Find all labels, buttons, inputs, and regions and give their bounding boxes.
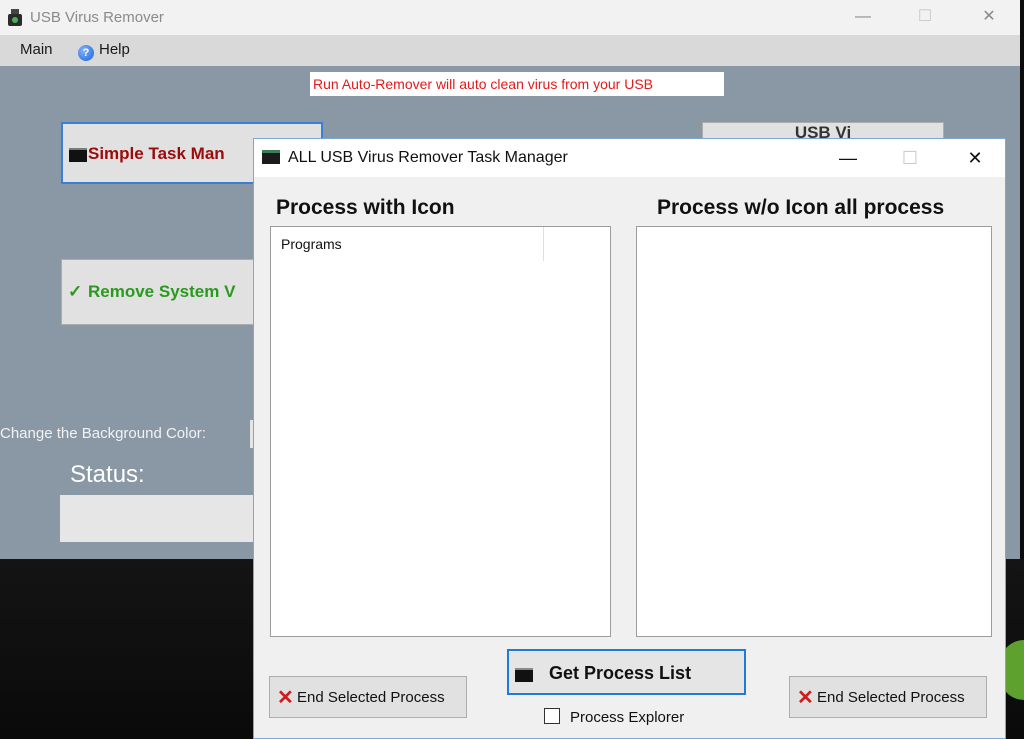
minimize-button[interactable]: — [840, 0, 886, 34]
end-process-left-label: End Selected Process [297, 689, 445, 706]
maximize-button[interactable]: ☐ [902, 0, 948, 34]
programs-column-label: Programs [281, 236, 342, 252]
programs-column-header[interactable]: Programs [271, 227, 544, 261]
process-with-icon-list[interactable]: Programs [270, 226, 611, 637]
status-label: Status: [70, 461, 145, 488]
process-without-icon-list[interactable] [636, 226, 992, 637]
tm-close-button[interactable]: ✕ [952, 139, 998, 177]
main-window-title: USB Virus Remover [30, 9, 164, 26]
console-icon [69, 148, 87, 162]
menu-help-label: Help [99, 41, 130, 58]
close-button[interactable]: ✕ [966, 0, 1012, 34]
usb-app-icon [8, 9, 22, 26]
simple-task-manager-label: Simple Task Man [88, 144, 225, 163]
process-explorer-checkbox[interactable]: Process Explorer [544, 708, 684, 726]
get-process-list-button[interactable]: Get Process List [507, 649, 746, 695]
remove-system-label: Remove System V [88, 282, 236, 301]
console-icon [515, 668, 533, 682]
autoremover-note: Run Auto-Remover will auto clean virus f… [310, 72, 724, 96]
background-color-label: Change the Background Color: [0, 425, 206, 442]
menu-main[interactable]: Main [20, 41, 53, 58]
tm-minimize-button[interactable]: — [825, 139, 871, 177]
end-selected-process-right-button[interactable]: ✕ End Selected Process [789, 676, 987, 718]
status-field [60, 495, 260, 542]
menu-help[interactable]: ? Help [78, 41, 130, 61]
get-process-list-label: Get Process List [549, 663, 692, 683]
red-x-icon: ✕ [277, 687, 294, 709]
check-icon: ✓ [68, 282, 83, 301]
checkbox-box[interactable] [544, 708, 560, 724]
process-with-icon-heading: Process with Icon [276, 196, 455, 219]
task-manager-icon [262, 150, 280, 164]
main-title-bar: USB Virus Remover — ☐ ✕ [0, 0, 1020, 35]
process-without-icon-heading: Process w/o Icon all process [657, 196, 945, 219]
task-manager-title: ALL USB Virus Remover Task Manager [288, 149, 568, 166]
menu-bar: Main ? Help [0, 35, 1020, 66]
task-manager-window: ALL USB Virus Remover Task Manager — ☐ ✕… [253, 138, 1006, 739]
process-explorer-label: Process Explorer [570, 709, 685, 726]
red-x-icon: ✕ [797, 687, 814, 709]
remove-system-virus-button[interactable]: ✓ Remove System V [61, 259, 261, 325]
tm-maximize-button[interactable]: ☐ [887, 139, 933, 177]
help-icon: ? [78, 45, 94, 61]
task-manager-title-bar: ALL USB Virus Remover Task Manager — ☐ ✕ [254, 139, 1005, 177]
end-process-right-label: End Selected Process [817, 689, 965, 706]
end-selected-process-left-button[interactable]: ✕ End Selected Process [269, 676, 467, 718]
